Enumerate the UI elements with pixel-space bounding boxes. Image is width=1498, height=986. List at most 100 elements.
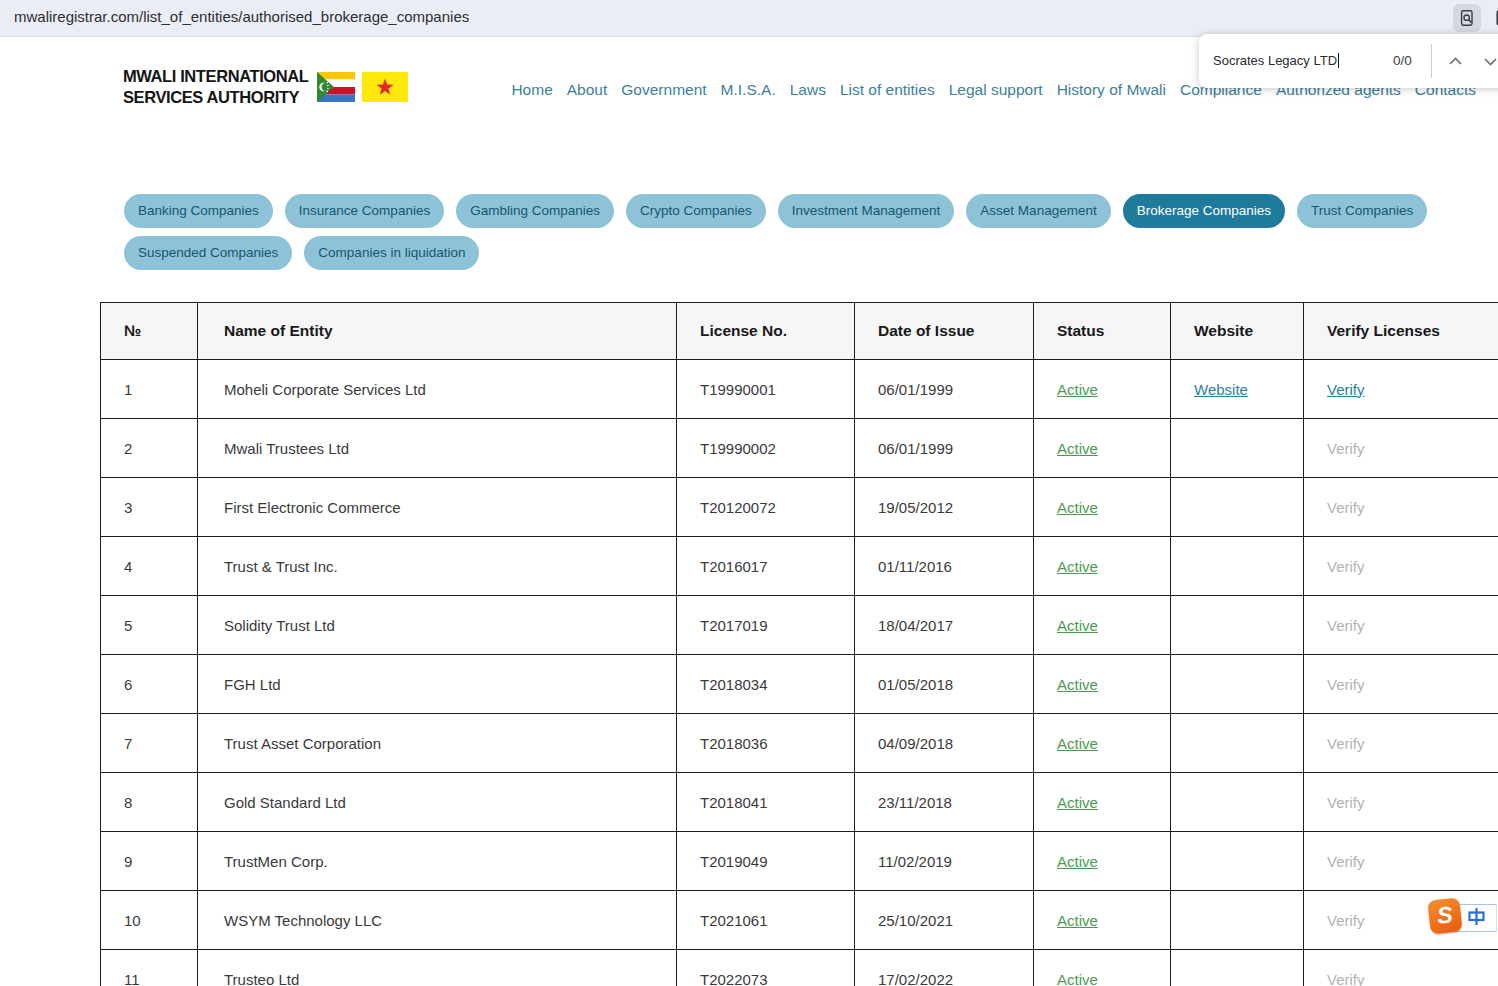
date-cell: 11/02/2019 xyxy=(855,832,1034,891)
date-cell: 01/11/2016 xyxy=(855,537,1034,596)
table-row: 11Trusteo LtdT202207317/02/2022ActiveVer… xyxy=(101,950,1498,986)
entity-name-cell: First Electronic Commerce xyxy=(198,478,677,537)
column-header-no: № xyxy=(101,303,198,360)
date-cell: 19/05/2012 xyxy=(855,478,1034,537)
verify-cell: Verify xyxy=(1304,596,1498,655)
verify-link: Verify xyxy=(1327,676,1365,693)
nav-item-laws[interactable]: Laws xyxy=(790,81,826,99)
verify-link: Verify xyxy=(1327,794,1365,811)
nav-item-m-i-s-a[interactable]: M.I.S.A. xyxy=(721,81,776,99)
find-in-page-icon[interactable] xyxy=(1453,4,1481,32)
site-logo: MWALI INTERNATIONAL SERVICES AUTHORITY xyxy=(123,66,309,108)
nav-item-list-of-entities[interactable]: List of entities xyxy=(840,81,935,99)
filter-pill-brokerage-companies[interactable]: Brokerage Companies xyxy=(1123,194,1285,228)
verify-link: Verify xyxy=(1327,617,1365,634)
status-active-link[interactable]: Active xyxy=(1057,912,1098,929)
find-previous-button[interactable] xyxy=(1446,52,1465,71)
table-row: 7Trust Asset CorporationT201803604/09/20… xyxy=(101,714,1498,773)
filter-pill-gambling-companies[interactable]: Gambling Companies xyxy=(456,194,614,228)
row-number-cell: 3 xyxy=(101,478,198,537)
sogou-icon[interactable]: S xyxy=(1427,897,1462,934)
nav-item-legal-support[interactable]: Legal support xyxy=(949,81,1043,99)
status-cell: Active xyxy=(1034,478,1171,537)
status-active-link[interactable]: Active xyxy=(1057,558,1098,575)
license-cell: T2018036 xyxy=(677,714,855,773)
status-active-link[interactable]: Active xyxy=(1057,971,1098,986)
filter-pill-crypto-companies[interactable]: Crypto Companies xyxy=(626,194,766,228)
chinese-mode-icon[interactable] xyxy=(1468,907,1485,930)
logo-line1: MWALI INTERNATIONAL xyxy=(123,66,309,87)
nav-item-about[interactable]: About xyxy=(567,81,608,99)
find-match-count: 0/0 xyxy=(1393,53,1412,68)
date-cell: 01/05/2018 xyxy=(855,655,1034,714)
column-header-status: Status xyxy=(1034,303,1171,360)
verify-cell: Verify xyxy=(1304,537,1498,596)
date-cell: 06/01/1999 xyxy=(855,419,1034,478)
row-number-cell: 10 xyxy=(101,891,198,950)
filter-pill-suspended-companies[interactable]: Suspended Companies xyxy=(124,236,292,270)
verify-cell: Verify xyxy=(1304,655,1498,714)
website-cell xyxy=(1171,891,1304,950)
website-link[interactable]: Website xyxy=(1194,381,1248,398)
column-header-license-no: License No. xyxy=(677,303,855,360)
status-cell: Active xyxy=(1034,714,1171,773)
status-cell: Active xyxy=(1034,655,1171,714)
find-query-text[interactable]: Socrates Legacy LTD xyxy=(1213,53,1339,68)
filter-pill-investment-management[interactable]: Investment Management xyxy=(778,194,955,228)
status-active-link[interactable]: Active xyxy=(1057,853,1098,870)
website-cell xyxy=(1171,419,1304,478)
verify-link[interactable]: Verify xyxy=(1327,381,1365,398)
entity-name-cell: TrustMen Corp. xyxy=(198,832,677,891)
nav-item-home[interactable]: Home xyxy=(511,81,552,99)
status-active-link[interactable]: Active xyxy=(1057,735,1098,752)
filter-pill-banking-companies[interactable]: Banking Companies xyxy=(124,194,273,228)
entities-table: №Name of EntityLicense No.Date of IssueS… xyxy=(100,302,1498,986)
browser-url-bar[interactable]: mwaliregistrar.com/list_of_entities/auth… xyxy=(0,0,1498,37)
filter-pill-trust-companies[interactable]: Trust Companies xyxy=(1297,194,1427,228)
verify-cell: Verify xyxy=(1304,360,1498,419)
date-cell: 17/02/2022 xyxy=(855,950,1034,986)
status-active-link[interactable]: Active xyxy=(1057,440,1098,457)
status-active-link[interactable]: Active xyxy=(1057,676,1098,693)
license-cell: T2022073 xyxy=(677,950,855,986)
license-cell: T19990001 xyxy=(677,360,855,419)
entity-name-cell: Gold Standard Ltd xyxy=(198,773,677,832)
license-cell: T2018034 xyxy=(677,655,855,714)
verify-link: Verify xyxy=(1327,853,1365,870)
filter-pill-insurance-companies[interactable]: Insurance Companies xyxy=(285,194,444,228)
status-cell: Active xyxy=(1034,360,1171,419)
license-cell: T2017019 xyxy=(677,596,855,655)
row-number-cell: 7 xyxy=(101,714,198,773)
license-cell: T2018041 xyxy=(677,773,855,832)
status-active-link[interactable]: Active xyxy=(1057,499,1098,516)
table-row: 6FGH LtdT201803401/05/2018ActiveVerify xyxy=(101,655,1498,714)
verify-cell: Verify xyxy=(1304,478,1498,537)
filter-pill-companies-in-liquidation[interactable]: Companies in liquidation xyxy=(304,236,479,270)
date-cell: 23/11/2018 xyxy=(855,773,1034,832)
row-number-cell: 1 xyxy=(101,360,198,419)
toolbar-extra-icon[interactable] xyxy=(1489,4,1498,32)
website-cell xyxy=(1171,950,1304,986)
verify-cell: Verify xyxy=(1304,419,1498,478)
browser-window: mwaliregistrar.com/list_of_entities/auth… xyxy=(0,0,1498,986)
verify-cell: Verify xyxy=(1304,714,1498,773)
entity-name-cell: Trusteo Ltd xyxy=(198,950,677,986)
table-row: 2Mwali Trustees LtdT1999000206/01/1999Ac… xyxy=(101,419,1498,478)
status-active-link[interactable]: Active xyxy=(1057,381,1098,398)
status-active-link[interactable]: Active xyxy=(1057,617,1098,634)
row-number-cell: 2 xyxy=(101,419,198,478)
website-cell xyxy=(1171,537,1304,596)
filter-pill-asset-management[interactable]: Asset Management xyxy=(966,194,1110,228)
nav-item-government[interactable]: Government xyxy=(621,81,706,99)
table-row: 4Trust & Trust Inc.T201601701/11/2016Act… xyxy=(101,537,1498,596)
status-active-link[interactable]: Active xyxy=(1057,794,1098,811)
date-cell: 25/10/2021 xyxy=(855,891,1034,950)
nav-item-history-of-mwali[interactable]: History of Mwali xyxy=(1057,81,1166,99)
table-header-row: №Name of EntityLicense No.Date of IssueS… xyxy=(101,303,1498,360)
website-cell xyxy=(1171,714,1304,773)
find-next-button[interactable] xyxy=(1481,52,1498,71)
url-text[interactable]: mwaliregistrar.com/list_of_entities/auth… xyxy=(14,8,469,25)
status-cell: Active xyxy=(1034,891,1171,950)
row-number-cell: 9 xyxy=(101,832,198,891)
website-cell xyxy=(1171,832,1304,891)
